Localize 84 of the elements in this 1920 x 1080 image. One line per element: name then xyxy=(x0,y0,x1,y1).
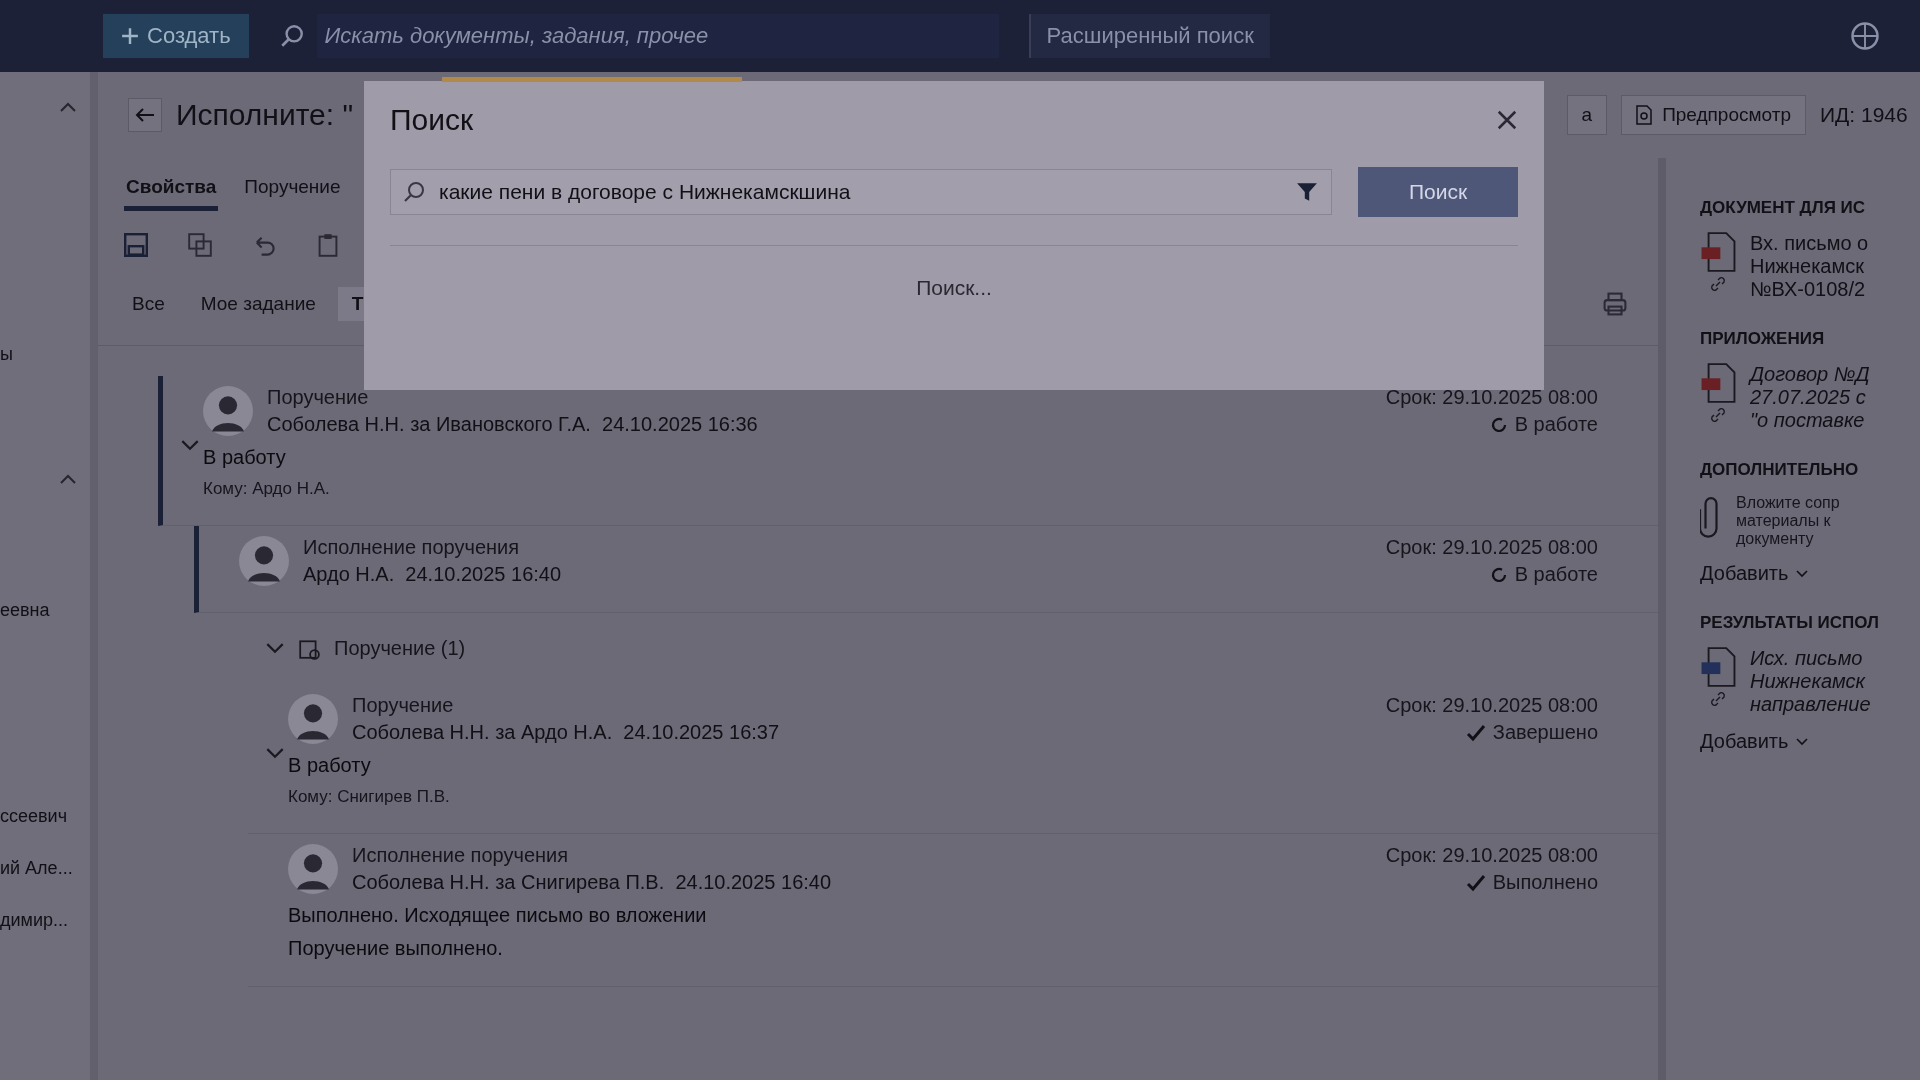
clipboard-icon[interactable] xyxy=(316,233,340,257)
item-type: Исполнение поручения xyxy=(303,536,521,559)
link-icon[interactable] xyxy=(1710,691,1726,707)
task-calendar-icon xyxy=(298,637,320,660)
status-label: Завершено xyxy=(1464,721,1598,744)
item-recipient: Кому: Ардо Н.А. xyxy=(203,479,331,499)
plus-icon xyxy=(121,27,139,45)
item-author: Соболева Н.Н. за Ардо Н.А. 24.10.2025 16:37 xyxy=(352,721,780,744)
status-label: Выполнено xyxy=(1464,871,1598,894)
item-type: Поручение xyxy=(267,386,370,409)
checkmark-icon xyxy=(1464,872,1487,893)
item-comment: Поручение выполнено. xyxy=(288,937,504,960)
global-search-field[interactable]: Искать документы, задания, прочее xyxy=(316,14,999,58)
arrow-left-icon xyxy=(135,107,155,123)
printer-icon[interactable] xyxy=(1602,291,1628,317)
item-type: Поручение xyxy=(352,694,455,717)
filter-icon[interactable] xyxy=(1296,181,1318,203)
tab[interactable]: Поручение xyxy=(242,168,343,211)
action-button[interactable]: а xyxy=(1566,95,1608,135)
section-heading: ДОКУМЕНТ ДЛЯ ИС xyxy=(1700,198,1867,218)
search-button[interactable]: Поиск xyxy=(1358,167,1518,217)
add-dropdown[interactable]: Добавить xyxy=(1700,562,1809,585)
tab[interactable]: Свойства xyxy=(124,168,219,211)
status-label: В работе xyxy=(1488,413,1598,436)
copy-icon[interactable] xyxy=(188,233,212,257)
avatar-silhouette xyxy=(239,536,289,586)
dialog-title: Поиск xyxy=(390,103,474,137)
document-id: ИД: 1946 xyxy=(1820,103,1909,127)
document-preview-icon xyxy=(1636,105,1653,125)
file-link[interactable]: Вх. письмо о Нижнекамск №ВХ-0108/2 xyxy=(1750,232,1869,301)
link-icon[interactable] xyxy=(1710,407,1726,423)
search-field[interactable]: какие пени в договоре с Нижнекамскшина xyxy=(390,169,1332,215)
sidebar-item[interactable]: еевна xyxy=(0,600,50,621)
deadline: Срок: 29.10.2025 08:00 xyxy=(1385,844,1598,867)
chevron-icon[interactable] xyxy=(266,643,284,654)
advanced-search-button[interactable]: Расширенный поиск xyxy=(1028,14,1270,58)
item-author: Соболева Н.Н. за Ивановского Г.А. 24.10.2025 16:36 xyxy=(267,413,758,436)
attachment-hint: Вложите сопр материалы к документу xyxy=(1736,494,1840,548)
file-link[interactable]: Договор №Д 27.07.2025 с "о поставке xyxy=(1750,363,1870,432)
pdf-file-icon[interactable] xyxy=(1700,363,1736,403)
loading-text: Поиск... xyxy=(916,276,992,300)
document-title: Исполните: " xyxy=(176,98,354,132)
section-heading: РЕЗУЛЬТАТЫ ИСПОЛ xyxy=(1700,613,1880,633)
back-button[interactable] xyxy=(128,98,162,132)
avatar-silhouette xyxy=(288,844,338,894)
chevron-up-icon[interactable] xyxy=(60,474,76,484)
status-label: В работе xyxy=(1488,563,1598,586)
file-link[interactable]: Исх. письмо Нижнекамск направление xyxy=(1750,647,1871,716)
avatar-silhouette xyxy=(203,386,253,436)
globe-icon[interactable] xyxy=(1850,21,1880,51)
pdf-file-icon[interactable] xyxy=(1700,232,1736,272)
deadline: Срок: 29.10.2025 08:00 xyxy=(1385,386,1598,409)
sidebar-item[interactable]: ы xyxy=(0,344,13,365)
item-recipient: Кому: Снигирев П.В. xyxy=(288,787,451,807)
item-comment: В работу xyxy=(203,446,287,469)
item-author: Ардо Н.А. 24.10.2025 16:40 xyxy=(303,563,562,586)
section-heading: ДОПОЛНИТЕЛЬНО xyxy=(1700,460,1860,480)
avatar-silhouette xyxy=(288,694,338,744)
item-author: Соболева Н.Н. за Снигирева П.В. 24.10.2025 16:40 xyxy=(352,871,832,894)
caret-icon xyxy=(1796,737,1809,746)
save-icon[interactable] xyxy=(124,233,148,257)
item-comment: В работу xyxy=(288,754,372,777)
create-button[interactable]: Создать xyxy=(103,14,249,58)
filter-tab[interactable]: Мое задание xyxy=(186,287,330,321)
chevron-down-icon[interactable] xyxy=(266,748,284,759)
close-icon[interactable] xyxy=(1496,109,1518,131)
word-file-icon[interactable] xyxy=(1700,647,1736,687)
filter-tab[interactable]: Все xyxy=(118,287,179,321)
add-dropdown[interactable]: Добавить xyxy=(1700,730,1809,753)
action-button[interactable]: Предпросмотр xyxy=(1621,95,1806,135)
item-comment: Выполнено. Исходящее письмо во вложении xyxy=(288,904,708,927)
section-heading: ПРИЛОЖЕНИЯ xyxy=(1700,329,1826,349)
link-icon[interactable] xyxy=(1710,276,1726,292)
item-type: Исполнение поручения xyxy=(352,844,570,867)
chevron-down-icon[interactable] xyxy=(181,440,199,451)
deadline: Срок: 29.10.2025 08:00 xyxy=(1385,694,1598,717)
checkmark-icon xyxy=(1464,722,1487,743)
sidebar-item[interactable]: ий Але... xyxy=(0,858,73,879)
group-label[interactable]: Поручение (1) xyxy=(334,637,466,660)
chevron-up-icon[interactable] xyxy=(60,102,76,112)
sidebar-item[interactable]: димир... xyxy=(0,910,68,931)
deadline: Срок: 29.10.2025 08:00 xyxy=(1385,536,1598,559)
caret-icon xyxy=(1796,569,1809,578)
sidebar-item[interactable]: ссеевич xyxy=(0,806,68,827)
